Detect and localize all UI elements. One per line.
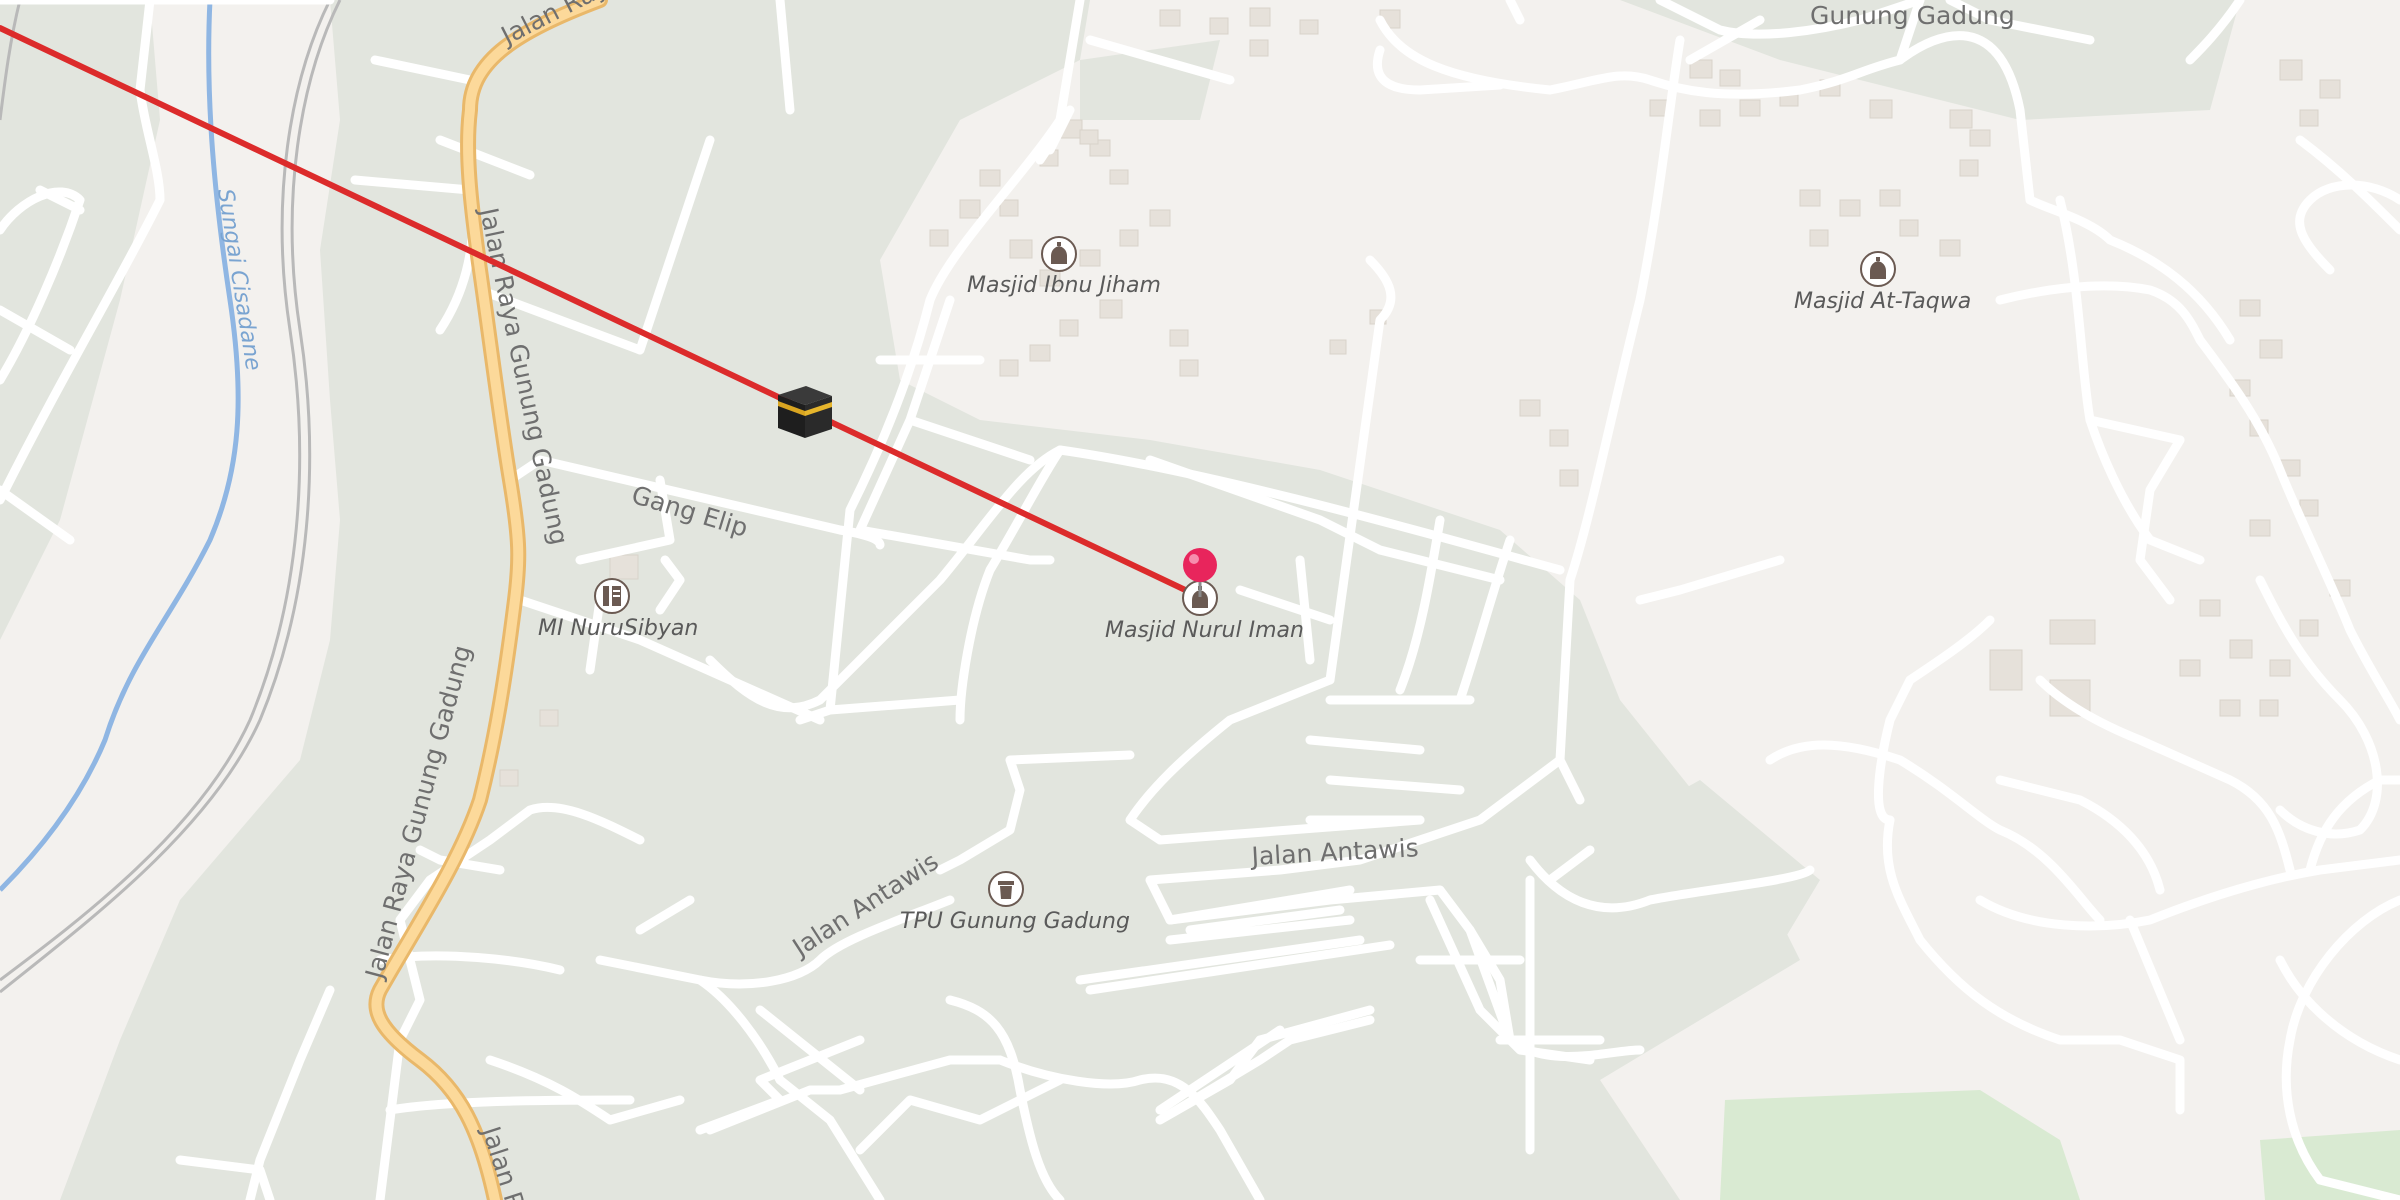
map-view[interactable]: Jalan Raya Jalan Raya Gunung Gadung Jala… — [0, 0, 2400, 1200]
area-label-gunung-gadung: Gunung Gadung — [1810, 1, 2015, 30]
map-canvas[interactable]: Jalan Raya Jalan Raya Gunung Gadung Jala… — [0, 0, 2400, 1200]
poi-label: Masjid At-Taqwa — [1794, 289, 1971, 314]
poi-label: Masjid Nurul Iman — [1105, 618, 1304, 643]
poi-label: TPU Gunung Gadung — [900, 909, 1130, 934]
poi-label: MI NuruSibyan — [538, 616, 698, 641]
school-icon — [603, 586, 621, 606]
kaaba-icon[interactable] — [778, 386, 832, 438]
poi-label: Masjid Ibnu Jiham — [967, 273, 1161, 298]
